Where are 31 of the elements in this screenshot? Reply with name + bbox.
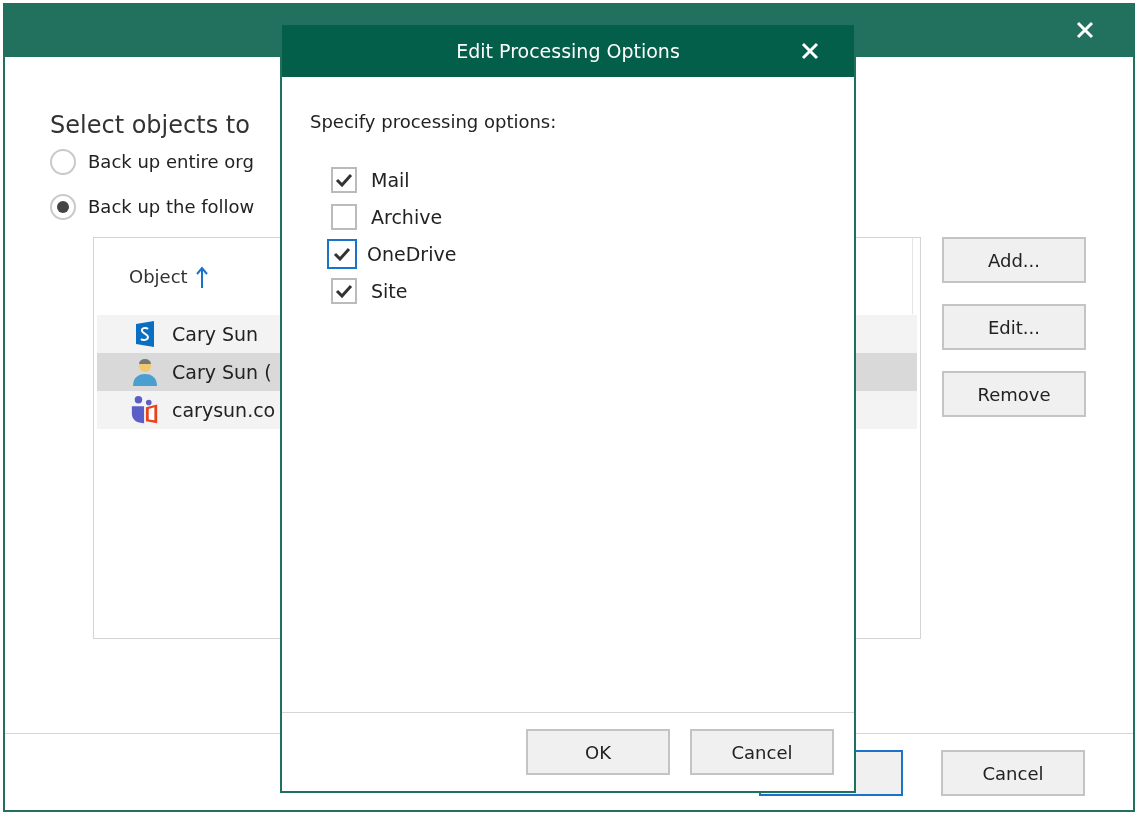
- checkbox-label: OneDrive: [367, 242, 457, 265]
- checkbox[interactable]: [331, 277, 357, 304]
- checkmark-icon: [335, 172, 353, 187]
- heading: Select objects to: [50, 111, 250, 139]
- column-header[interactable]: Object: [129, 266, 188, 287]
- radio-label: Back up the follow: [88, 196, 255, 217]
- dialog-button[interactable]: OK: [526, 729, 670, 775]
- radio-button[interactable]: [50, 193, 76, 220]
- checkbox[interactable]: [331, 203, 357, 230]
- radio-button[interactable]: [50, 148, 76, 175]
- object-name: Cary Sun (: [172, 361, 272, 383]
- checkmark-icon: [333, 246, 351, 261]
- checkbox[interactable]: [331, 166, 357, 193]
- checkbox-label: Mail: [371, 168, 410, 191]
- checkbox-label: Archive: [371, 205, 443, 228]
- prompt-text: Specify processing options:: [310, 111, 558, 132]
- close-icon[interactable]: [1075, 20, 1095, 40]
- checkbox-label: Site: [371, 279, 408, 302]
- object-name: carysun.co: [172, 399, 276, 421]
- user-icon: [130, 357, 160, 387]
- close-icon[interactable]: [800, 41, 820, 61]
- people-icon: [130, 394, 160, 426]
- checkmark-icon: [335, 283, 353, 298]
- side-button[interactable]: Remove: [942, 371, 1086, 417]
- side-button[interactable]: Edit...: [942, 304, 1086, 350]
- dialog-title: Edit Processing Options: [456, 40, 680, 62]
- radio-label: Back up entire org: [88, 151, 254, 172]
- dialog-button[interactable]: Cancel: [690, 729, 834, 775]
- side-button[interactable]: Add...: [942, 237, 1086, 283]
- object-name: Cary Sun: [172, 323, 259, 345]
- cancel-button[interactable]: Cancel: [941, 750, 1085, 796]
